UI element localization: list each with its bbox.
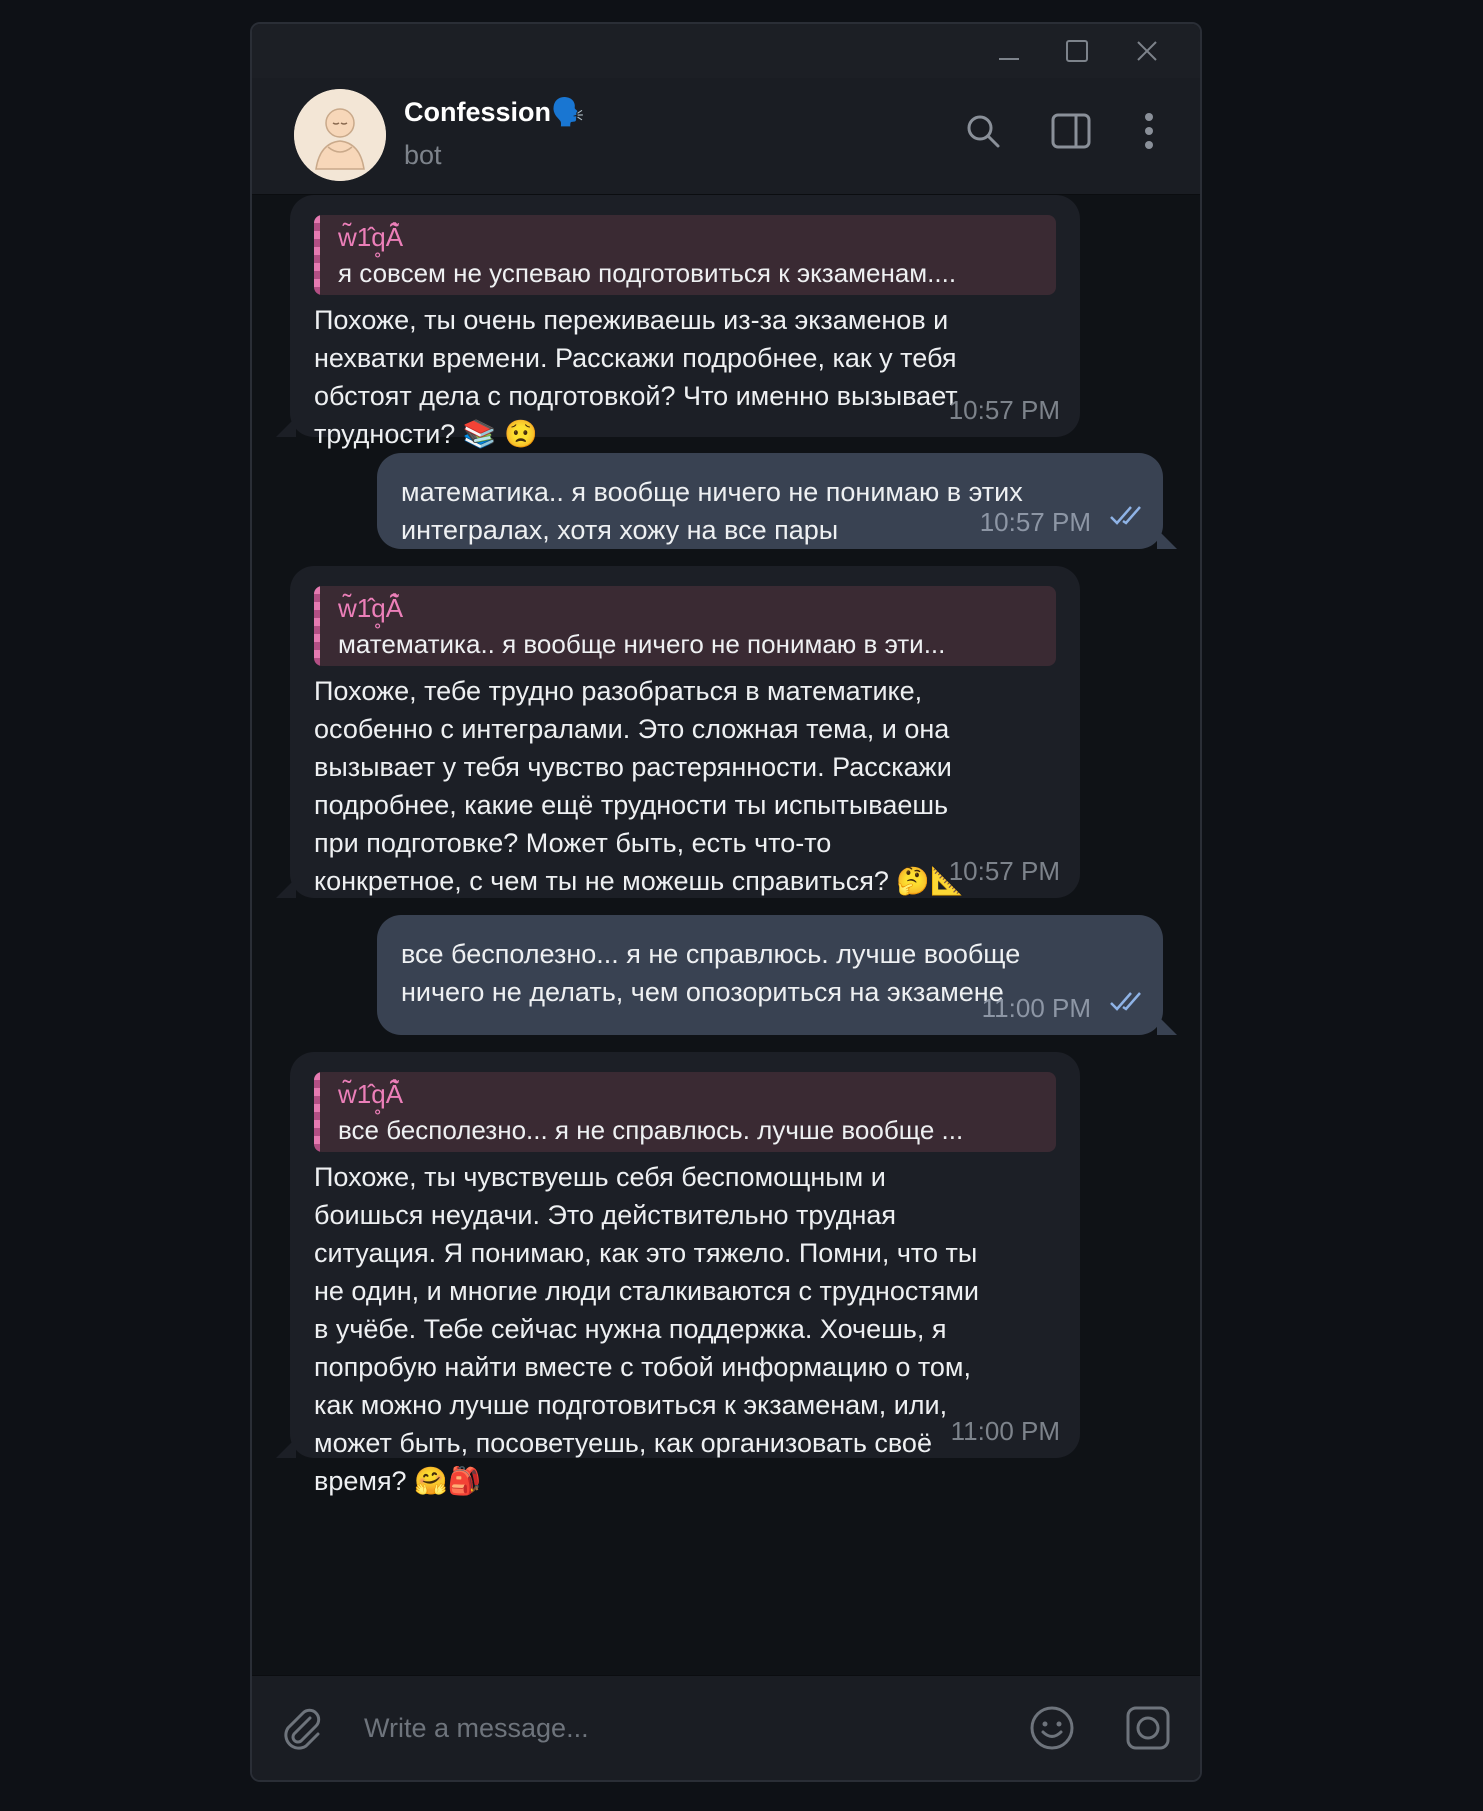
message-time: 10:57 PM xyxy=(979,507,1091,537)
message-composer xyxy=(252,1675,1200,1780)
reply-text: все бесполезно... я не справлюсь. лучше … xyxy=(338,1115,964,1145)
search-icon[interactable] xyxy=(958,106,1008,156)
message-text: Похоже, ты очень переживаешь из-за экзам… xyxy=(314,305,958,449)
bubble-tail xyxy=(276,417,296,437)
message-text: Похоже, тебе трудно разобраться в матема… xyxy=(314,676,964,896)
maximize-icon[interactable] xyxy=(1052,32,1102,70)
message-time: 11:00 PM xyxy=(981,993,1091,1023)
incoming-message[interactable]: w̃1̂q̥Ã̂ математика.. я вообще ничего не… xyxy=(276,566,1080,898)
outgoing-message[interactable]: все бесполезно... я не справлюсь. лучше … xyxy=(377,915,1177,1035)
close-icon[interactable] xyxy=(1122,32,1172,70)
message-list[interactable]: w̃1̂q̥Ã̂ я совсем не успеваю подготовить… xyxy=(252,195,1200,1700)
reply-stripe xyxy=(314,586,320,666)
incoming-message[interactable]: w̃1̂q̥Ã̂ все бесполезно... я не справлюс… xyxy=(276,1052,1080,1496)
attach-icon[interactable] xyxy=(274,1700,330,1756)
reply-quote[interactable]: w̃1̂q̥Ã̂ математика.. я вообще ничего не… xyxy=(314,586,1056,666)
more-vertical-icon[interactable] xyxy=(1124,106,1174,156)
reply-text: математика.. я вообще ничего не понимаю … xyxy=(338,629,946,659)
reply-quote[interactable]: w̃1̂q̥Ã̂ я совсем не успеваю подготовить… xyxy=(314,215,1056,295)
reply-author: w̃1̂q̥Ã̂ xyxy=(338,593,404,623)
reply-author: w̃1̂q̥Ã̂ xyxy=(338,222,404,252)
reply-author: w̃1̂q̥Ã̂ xyxy=(338,1079,404,1109)
message-text: Похоже, ты чувствуешь себя беспомощным и… xyxy=(314,1162,979,1496)
chat-subtitle: bot xyxy=(404,140,442,170)
message-input[interactable] xyxy=(362,1704,986,1752)
reply-stripe xyxy=(314,215,320,295)
incoming-message[interactable]: w̃1̂q̥Ã̂ я совсем не успеваю подготовить… xyxy=(276,195,1080,449)
outgoing-message[interactable]: математика.. я вообще ничего не понимаю … xyxy=(377,453,1177,549)
message-time: 11:00 PM xyxy=(950,1416,1060,1446)
telegram-window: Confession🗣️ bot w̃1̂q̥Ã̂ я совсем не ус… xyxy=(250,22,1202,1782)
bubble-tail xyxy=(276,1438,296,1458)
reply-stripe xyxy=(314,1072,320,1152)
bubble-tail xyxy=(1157,1015,1177,1035)
title-bar xyxy=(252,24,1200,78)
sidebar-toggle-icon[interactable] xyxy=(1046,106,1096,156)
double-check-icon xyxy=(1109,499,1149,537)
bubble-tail xyxy=(1157,529,1177,549)
minimize-icon[interactable] xyxy=(984,32,1034,70)
message-time: 10:57 PM xyxy=(948,856,1060,886)
reply-quote[interactable]: w̃1̂q̥Ã̂ все бесполезно... я не справлюс… xyxy=(314,1072,1056,1152)
avatar[interactable] xyxy=(294,89,386,181)
emoji-icon[interactable] xyxy=(1024,1700,1080,1756)
chat-title: Confession🗣️ xyxy=(404,97,585,127)
camera-icon[interactable] xyxy=(1120,1700,1176,1756)
reply-text: я совсем не успеваю подготовиться к экза… xyxy=(338,258,957,288)
bubble-tail xyxy=(276,878,296,898)
double-check-icon xyxy=(1109,985,1149,1023)
message-time: 10:57 PM xyxy=(948,395,1060,425)
chat-header[interactable]: Confession🗣️ bot xyxy=(252,78,1200,195)
